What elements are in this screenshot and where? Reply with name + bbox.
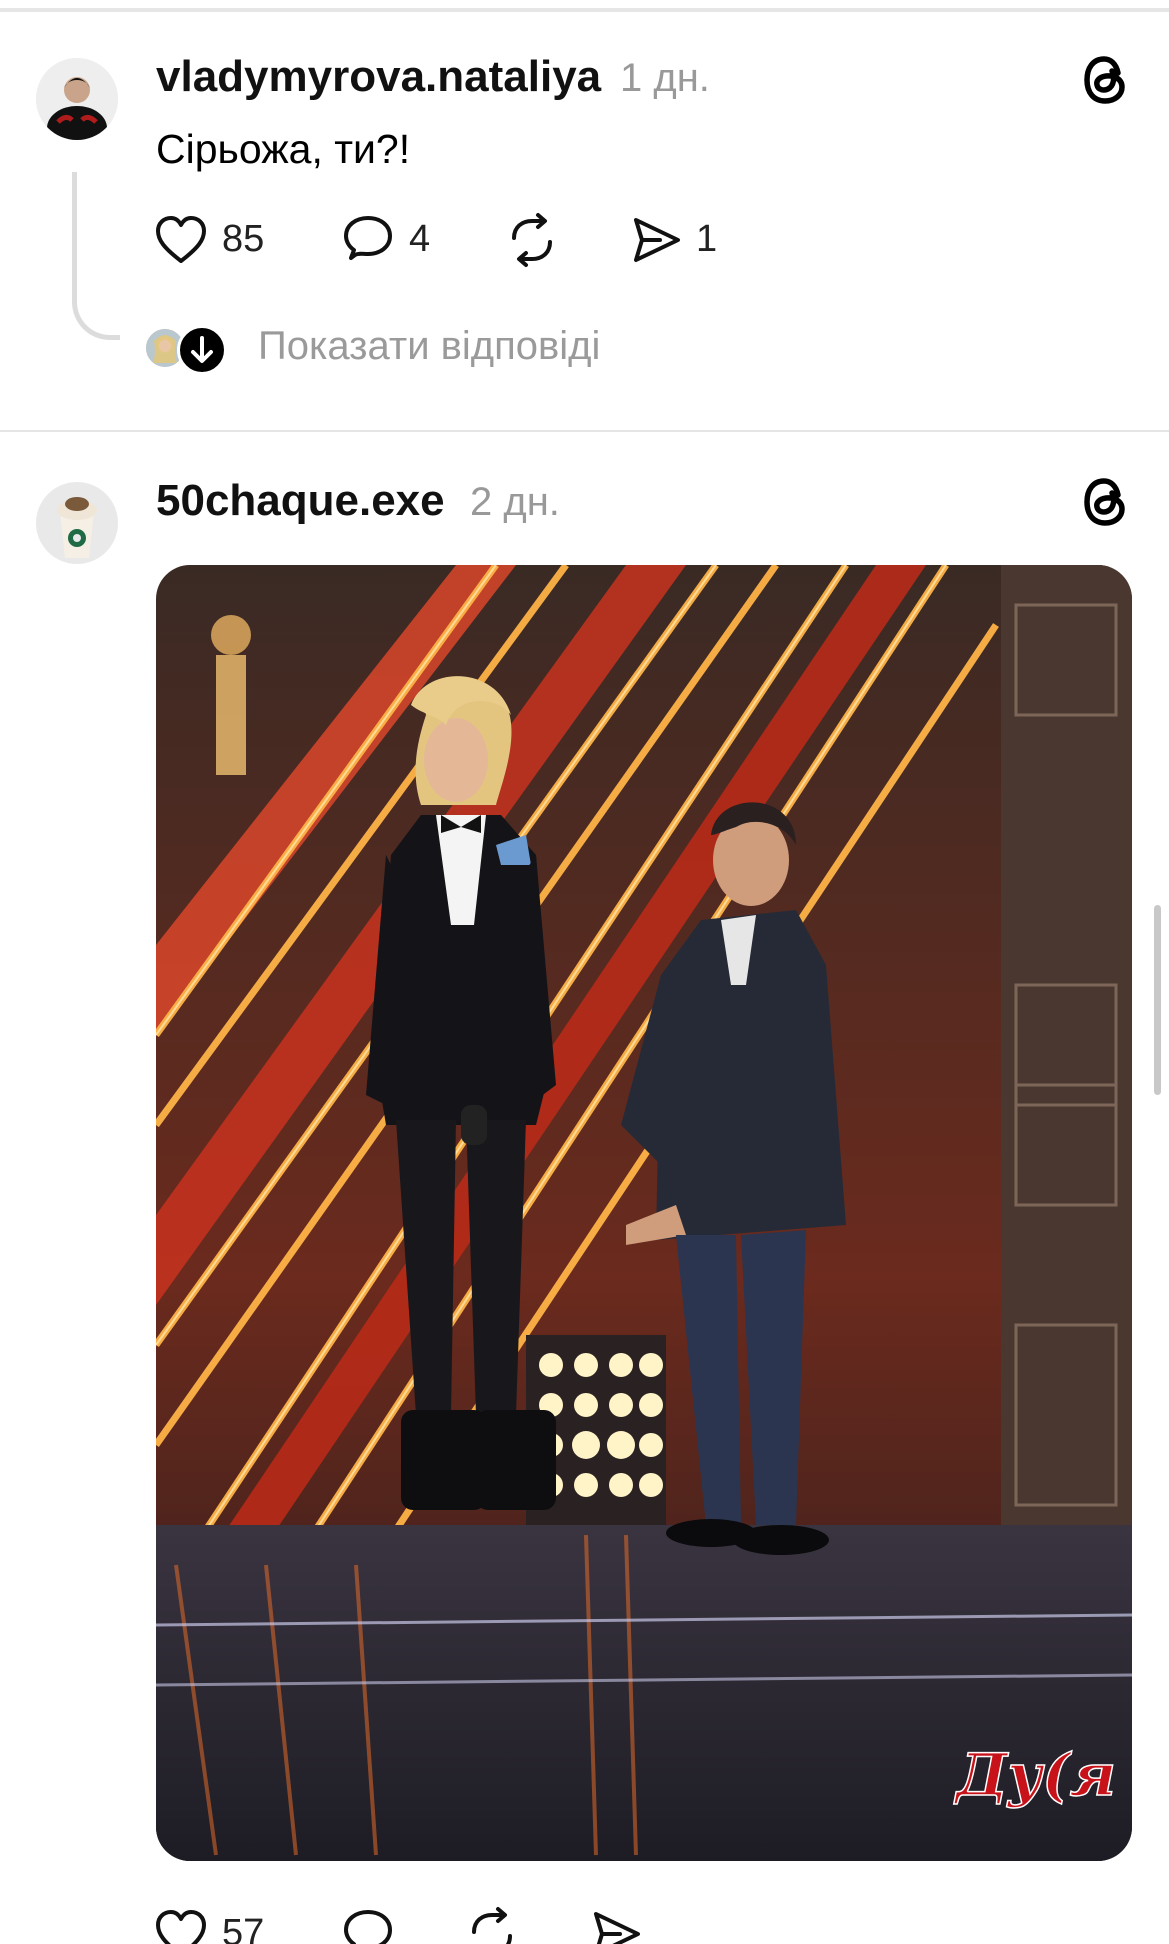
share-count: 1: [696, 218, 718, 260]
repost-icon[interactable]: [464, 1906, 520, 1944]
avatar[interactable]: [36, 482, 118, 564]
top-divider: [0, 8, 1169, 12]
heart-icon: [154, 214, 208, 266]
post-time: 2 дн.: [470, 480, 560, 524]
comment-count: 4: [409, 218, 431, 260]
post-text: Сірьожа, ти?!: [156, 126, 411, 172]
threads-logo-icon[interactable]: [1080, 53, 1130, 107]
heart-icon: [154, 1908, 208, 1944]
send-icon: [630, 214, 684, 266]
thread-line: [72, 172, 120, 340]
like-button[interactable]: 85: [154, 214, 274, 266]
post-username[interactable]: 50chaque.exe: [156, 476, 445, 526]
image-watermark: Ду(я: [953, 1741, 1116, 1809]
comment-button[interactable]: 4: [341, 214, 451, 266]
post-time: 1 дн.: [620, 56, 710, 100]
comment-icon[interactable]: [341, 1908, 395, 1944]
send-icon[interactable]: [590, 1908, 644, 1944]
show-replies-link[interactable]: Показати відповіді: [258, 324, 600, 369]
like-count: 57: [222, 1912, 265, 1944]
scrollbar[interactable]: [1154, 905, 1161, 1095]
down-arrow-icon[interactable]: [177, 325, 227, 375]
comment-icon: [341, 214, 395, 266]
post-image[interactable]: Ду(я: [156, 565, 1132, 1861]
threads-logo-icon[interactable]: [1080, 475, 1130, 529]
like-count: 85: [222, 218, 265, 260]
like-button[interactable]: 57: [154, 1908, 274, 1944]
post-username[interactable]: vladymyrova.nataliya: [156, 52, 601, 102]
avatar[interactable]: [36, 58, 118, 140]
post-separator: [0, 430, 1169, 432]
share-button[interactable]: 1: [630, 214, 730, 266]
repost-icon[interactable]: [504, 212, 560, 268]
